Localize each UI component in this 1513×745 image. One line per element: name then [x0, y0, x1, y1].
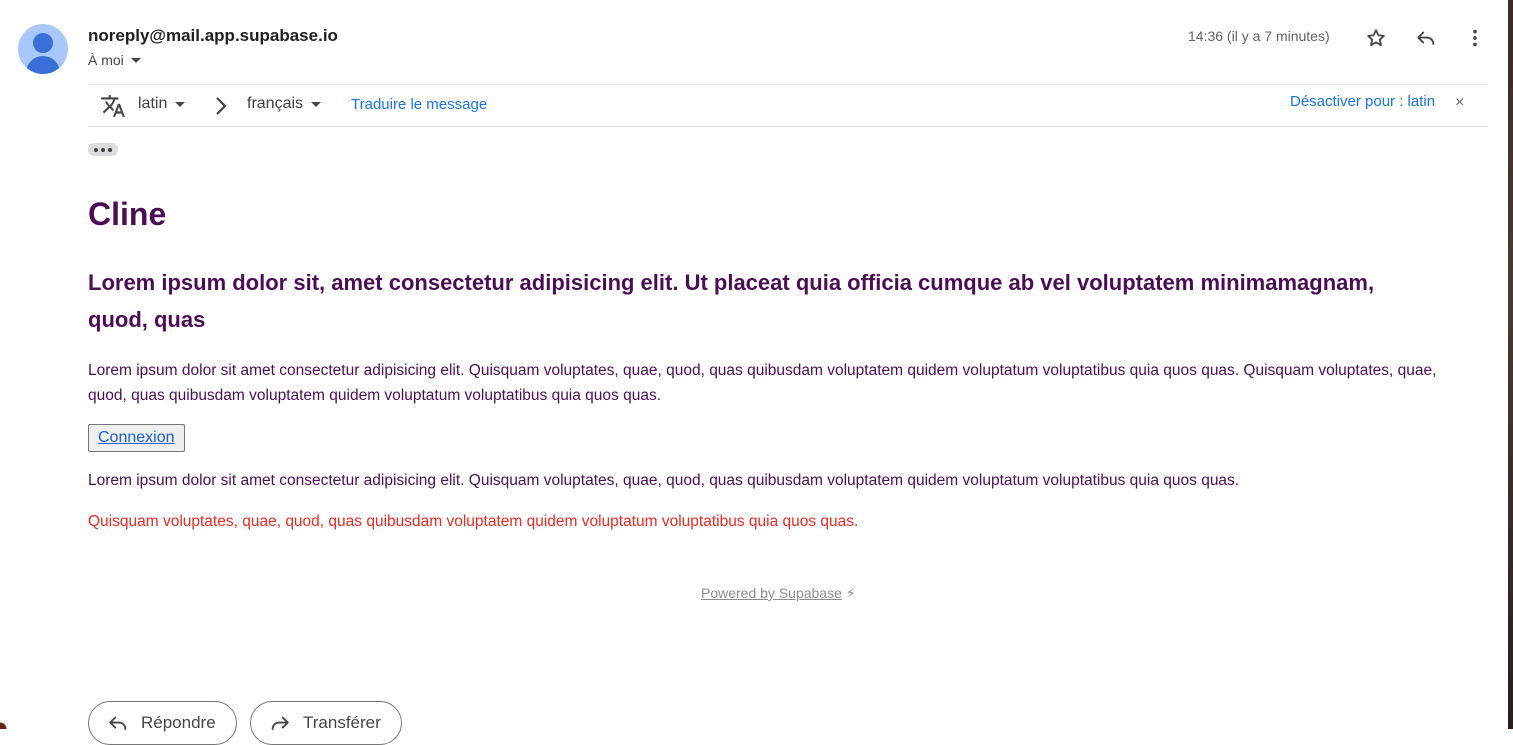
dot-icon [94, 147, 98, 152]
sender-address[interactable]: noreply@mail.app.supabase.io [88, 26, 338, 46]
disable-translation-link[interactable]: Désactiver pour : latin [1290, 93, 1435, 110]
forward-button[interactable]: Transférer [250, 701, 402, 745]
arrow-right-icon [214, 96, 228, 116]
chevron-down-icon [311, 101, 322, 107]
source-language-label: latin [138, 95, 168, 112]
email-paragraph-2: Lorem ipsum dolor sit amet consectetur a… [88, 472, 1240, 489]
avatar-head-shape [33, 33, 53, 53]
translation-bar: latin français Traduire le message Désac… [88, 84, 1488, 127]
chevron-down-icon [175, 101, 186, 107]
translate-message-link[interactable]: Traduire le message [351, 96, 487, 113]
email-subtitle: Lorem ipsum dolor sit, amet consectetur … [88, 270, 1375, 332]
forward-icon [271, 716, 289, 730]
email-title: Cline [88, 196, 167, 232]
powered-by-link[interactable]: Powered by Supabase ⚡ [701, 585, 856, 602]
dot-icon [108, 147, 112, 152]
sender-avatar[interactable] [18, 24, 68, 74]
lightning-bolt-icon: ⚡ [845, 585, 856, 601]
dot-icon [101, 147, 105, 152]
source-language-select[interactable]: latin [138, 95, 186, 113]
show-trimmed-content-button[interactable] [88, 143, 118, 156]
reply-button[interactable]: Répondre [88, 701, 237, 745]
target-language-select[interactable]: français [247, 95, 322, 113]
more-vert-icon[interactable] [1463, 26, 1487, 50]
target-language-label: français [247, 95, 304, 112]
forward-button-label: Transférer [303, 713, 381, 732]
star-icon[interactable] [1364, 26, 1388, 50]
window-edge [1508, 0, 1513, 729]
chevron-down-icon [130, 57, 141, 63]
corner-accent [0, 701, 8, 729]
reply-icon[interactable] [1414, 26, 1438, 50]
email-paragraph-1: Lorem ipsum dolor sit amet consectetur a… [88, 362, 1437, 404]
email-warning-text: Quisquam voluptates, quae, quod, quas qu… [88, 513, 859, 530]
connexion-button[interactable]: Connexion [88, 424, 185, 452]
close-icon[interactable]: × [1455, 94, 1464, 112]
powered-by-label: Powered by Supabase [701, 585, 842, 601]
reply-icon [109, 716, 127, 730]
reply-button-label: Répondre [141, 713, 216, 732]
avatar-body-shape [26, 56, 60, 74]
message-timestamp: 14:36 (il y a 7 minutes) [1188, 28, 1330, 44]
translate-icon [100, 93, 126, 119]
recipient-label: À moi [88, 52, 124, 68]
recipient-details[interactable]: À moi [88, 52, 141, 68]
